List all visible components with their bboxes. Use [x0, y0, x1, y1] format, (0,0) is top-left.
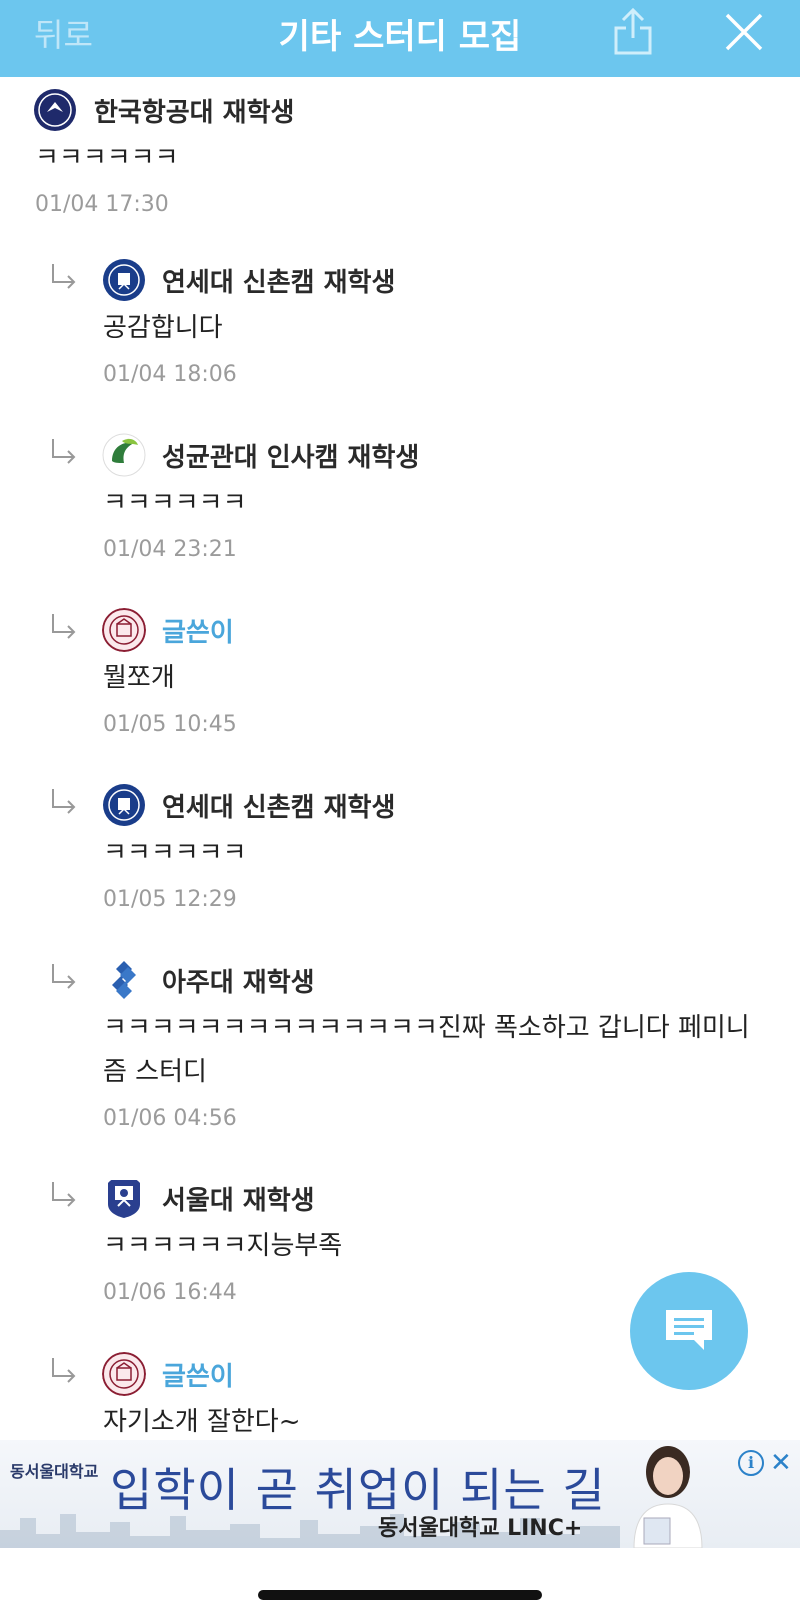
avatar: [102, 958, 146, 1002]
commenter-name: 아주대 재학생: [162, 968, 315, 998]
comment-text: ㅋㅋㅋㅋㅋㅋ: [35, 143, 179, 173]
avatar: [102, 1176, 146, 1220]
commenter-name: 성균관대 인사캠 재학생: [162, 443, 420, 473]
comment-time: 01/06 16:44: [103, 1280, 237, 1305]
ad-close-icon[interactable]: ✕: [770, 1448, 792, 1478]
ad-subtitle: 동서울대학교 LINC+: [378, 1516, 583, 1541]
avatar: [102, 608, 146, 652]
reply-arrow-icon: [52, 614, 76, 639]
comment-text: 공감합니다: [103, 313, 223, 343]
reply-arrow-icon: [52, 439, 76, 464]
avatar: [33, 88, 77, 132]
comment-time: 01/05 12:29: [103, 887, 237, 912]
avatar: [102, 783, 146, 827]
comment-text: ㅋㅋㅋㅋㅋㅋ지능부족: [103, 1231, 343, 1261]
reply-arrow-icon: [52, 264, 76, 289]
ad-model-image: [633, 1446, 703, 1548]
comment-time: 01/04 17:30: [35, 192, 169, 217]
page-title: 기타 스터디 모집: [278, 17, 522, 57]
commenter-name: 글쓴이: [162, 618, 234, 648]
comment-text: ㅋㅋㅋㅋㅋㅋ: [103, 838, 247, 868]
close-icon[interactable]: [724, 12, 764, 52]
reply-arrow-icon: [52, 1182, 76, 1207]
reply-arrow-icon: [52, 789, 76, 814]
info-icon[interactable]: i: [738, 1450, 764, 1476]
comment-text: 뭘쪼개: [103, 663, 175, 693]
avatar: [102, 433, 146, 477]
commenter-name: 서울대 재학생: [162, 1186, 315, 1216]
share-icon[interactable]: [612, 6, 654, 56]
comment-time: 01/04 23:21: [103, 537, 237, 562]
reply-arrow-icon: [52, 1358, 76, 1383]
comment-text: ㅋㅋㅋㅋㅋㅋ: [103, 488, 247, 518]
avatar: [102, 1352, 146, 1396]
commenter-name: 글쓴이: [162, 1362, 234, 1392]
top-bar: 뒤로 기타 스터디 모집: [0, 0, 800, 77]
commenter-name: 연세대 신촌캠 재학생: [162, 793, 396, 823]
write-comment-button[interactable]: [630, 1272, 748, 1390]
commenter-name: 연세대 신촌캠 재학생: [162, 268, 396, 298]
ad-banner[interactable]: 동서울대학교 입학이 곧 취업이 되는 길 동서울대학교 LINC+ i ✕: [0, 1440, 800, 1548]
comment-text: ㅋㅋㅋㅋㅋㅋㅋㅋㅋㅋㅋㅋㅋㅋ진짜 폭소하고 갑니다 페미니즘 스터디: [103, 1013, 750, 1087]
school-logo: 동서울대학교: [10, 1462, 99, 1481]
comment-time: 01/05 10:45: [103, 712, 237, 737]
home-indicator[interactable]: [258, 1590, 542, 1600]
reply-arrow-icon: [52, 964, 76, 989]
comment-time: 01/04 18:06: [103, 362, 237, 387]
comment-text: 자기소개 잘한다~: [103, 1407, 301, 1437]
avatar: [102, 258, 146, 302]
commenter-name: 한국항공대 재학생: [94, 98, 295, 128]
comment-time: 01/06 04:56: [103, 1106, 237, 1131]
comment-icon: [666, 1310, 712, 1350]
